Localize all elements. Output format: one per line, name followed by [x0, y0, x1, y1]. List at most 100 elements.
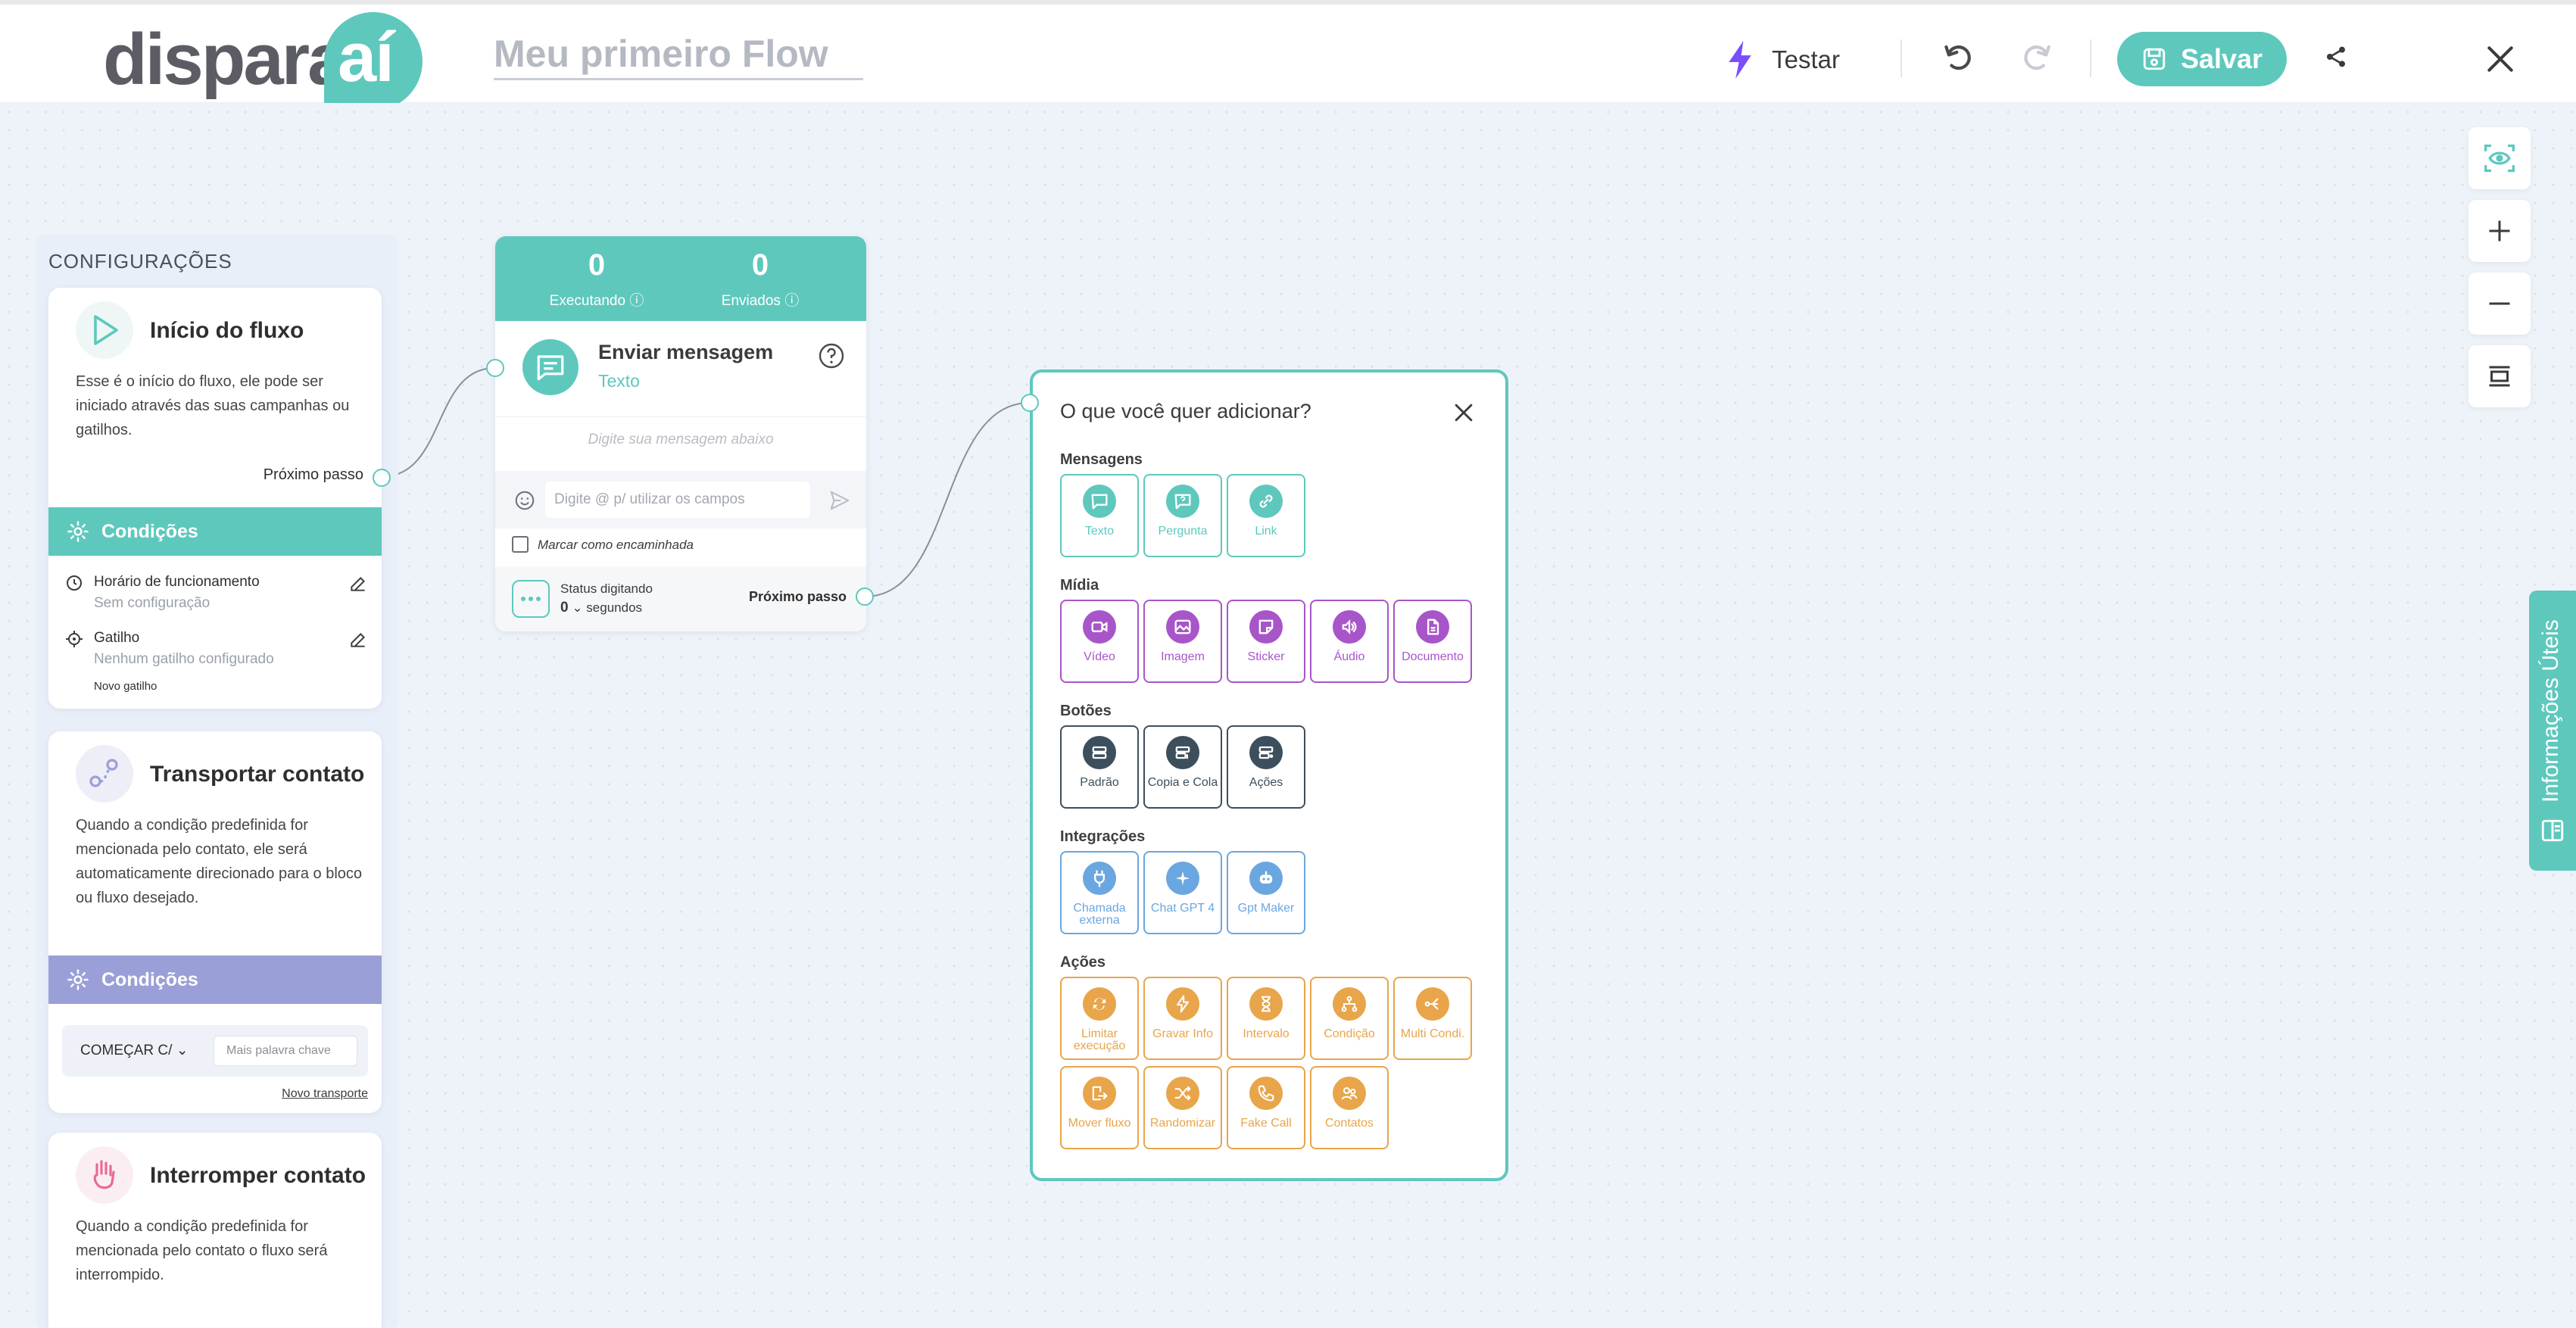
block-option-label: Pergunta — [1158, 525, 1208, 538]
block-option-gravar-info[interactable]: Gravar Info — [1143, 977, 1222, 1060]
block-option-label: Randomizar — [1149, 1117, 1216, 1130]
block-option-multi-condi-[interactable]: Multi Condi. — [1393, 977, 1472, 1060]
chevron-down-icon: ⌄ — [176, 1043, 189, 1058]
transport-contact-card: Transportar contato Quando a condição pr… — [48, 731, 382, 1113]
conditions-bar[interactable]: Condições — [48, 955, 382, 1004]
block-option-documento[interactable]: Documento — [1393, 600, 1472, 683]
block-option-label: Multi Condi. — [1400, 1027, 1465, 1040]
node-input-handle[interactable] — [486, 359, 504, 377]
play-icon — [76, 301, 133, 359]
schedule-label: Horário de funcionamento — [94, 574, 260, 590]
block-option-padr-o[interactable]: Padrão — [1060, 725, 1139, 809]
start-output-handle[interactable] — [373, 469, 391, 487]
condition-row: COMEÇAR C/ ⌄ Mais palavra chave — [62, 1025, 368, 1077]
video-icon — [1083, 610, 1116, 644]
block-option-a-es[interactable]: Ações — [1227, 725, 1305, 809]
interrupt-contact-card: Interromper contato Quando a condição pr… — [48, 1133, 382, 1328]
block-option-label: Intervalo — [1243, 1027, 1290, 1040]
block-option-chamada-externa[interactable]: Chamada externa — [1060, 851, 1139, 934]
block-option-limitar-execu-o[interactable]: Limitar execução — [1060, 977, 1139, 1060]
question-chat-icon — [1166, 485, 1199, 518]
new-transport-link[interactable]: Novo transporte — [282, 1087, 368, 1101]
contacts-icon — [1333, 1077, 1366, 1110]
keyword-input[interactable]: Mais palavra chave — [214, 1036, 357, 1066]
zoom-in-button[interactable] — [2468, 200, 2531, 262]
branch-icon — [1333, 987, 1366, 1021]
useful-info-label: Informações Úteis — [2538, 619, 2563, 803]
block-option-fake-call[interactable]: Fake Call — [1227, 1066, 1305, 1149]
block-option-label: Link — [1255, 525, 1277, 538]
block-option-copia-e-cola[interactable]: Copia e Cola — [1143, 725, 1222, 809]
flow-start-card: Início do fluxo Esse é o início do fluxo… — [48, 288, 382, 709]
book-icon — [2540, 818, 2565, 843]
card-description: Quando a condição predefinida for mencio… — [76, 1218, 328, 1283]
node-subtitle: Texto — [598, 371, 640, 391]
section-title: Mensagens — [1060, 451, 1143, 468]
sticker-icon — [1249, 610, 1283, 644]
card-description: Esse é o início do fluxo, ele pode ser i… — [76, 373, 350, 438]
image-icon — [1166, 610, 1199, 644]
document-icon — [1416, 610, 1449, 644]
send-message-node[interactable]: 0 Executando ⓘ 0 Enviados ⓘ Enviar mensa… — [495, 236, 866, 631]
block-option--udio[interactable]: Áudio — [1310, 600, 1389, 683]
send-icon[interactable] — [828, 489, 851, 512]
schedule-value: Sem configuração — [94, 595, 211, 611]
block-option-intervalo[interactable]: Intervalo — [1227, 977, 1305, 1060]
block-option-label: Mover fluxo — [1068, 1117, 1131, 1130]
block-option-link[interactable]: Link — [1227, 474, 1305, 557]
block-option-mover-fluxo[interactable]: Mover fluxo — [1060, 1066, 1139, 1149]
section-title: Botões — [1060, 703, 1112, 719]
block-option-sticker[interactable]: Sticker — [1227, 600, 1305, 683]
chevron-down-icon: ⌄ — [572, 600, 583, 615]
condition-select[interactable]: COMEÇAR C/ ⌄ — [80, 1042, 189, 1059]
chat-icon — [1083, 485, 1116, 518]
fit-view-icon — [2486, 363, 2513, 390]
card-description: Quando a condição predefinida for mencio… — [76, 817, 363, 906]
block-option-label: Copia e Cola — [1147, 776, 1218, 789]
gear-icon — [67, 968, 89, 991]
popup-input-handle[interactable] — [1021, 394, 1039, 412]
typing-seconds-select[interactable]: 0 ⌄ segundos — [560, 600, 642, 616]
fit-view-button[interactable] — [2468, 345, 2531, 407]
block-option-label: Chat GPT 4 — [1150, 902, 1215, 915]
typing-label: Status digitando — [560, 581, 653, 596]
block-option-pergunta[interactable]: Pergunta — [1143, 474, 1222, 557]
block-option-imagem[interactable]: Imagem — [1143, 600, 1222, 683]
block-option-label: Áudio — [1333, 650, 1365, 663]
hourglass-icon — [1249, 987, 1283, 1021]
block-option-v-deo[interactable]: Vídeo — [1060, 600, 1139, 683]
node-stats: 0 Executando ⓘ 0 Enviados ⓘ — [495, 236, 866, 321]
bolt-icon — [1166, 987, 1199, 1021]
node-output-handle[interactable] — [856, 588, 874, 606]
preview-eye-button[interactable] — [2468, 127, 2531, 189]
card-title: Interromper contato — [150, 1163, 366, 1188]
section-title: Mídia — [1060, 577, 1099, 594]
message-input[interactable]: Digite @ p/ utilizar os campos — [545, 482, 810, 518]
block-option-label: Vídeo — [1084, 650, 1115, 663]
info-icon: ⓘ — [784, 293, 800, 309]
block-option-condi-o[interactable]: Condição — [1310, 977, 1389, 1060]
edit-schedule-icon[interactable] — [348, 574, 368, 594]
zoom-out-button[interactable] — [2468, 273, 2531, 335]
executing-count: 0 — [588, 248, 606, 282]
forwarded-checkbox[interactable] — [512, 536, 529, 553]
close-icon[interactable] — [1451, 400, 1477, 426]
block-option-texto[interactable]: Texto — [1060, 474, 1139, 557]
block-option-label: Gravar Info — [1152, 1027, 1214, 1040]
conditions-bar[interactable]: Condições — [48, 507, 382, 556]
edit-trigger-icon[interactable] — [348, 630, 368, 650]
emoji-icon[interactable] — [513, 489, 536, 512]
block-option-label: Condição — [1324, 1027, 1375, 1040]
block-option-randomizar[interactable]: Randomizar — [1143, 1066, 1222, 1149]
phone-icon — [1249, 1077, 1283, 1110]
block-option-chat-gpt-4[interactable]: Chat GPT 4 — [1143, 851, 1222, 934]
condition-select-value: COMEÇAR C/ — [80, 1043, 173, 1058]
block-option-gpt-maker[interactable]: Gpt Maker — [1227, 851, 1305, 934]
block-option-label: Chamada externa — [1073, 902, 1126, 927]
help-icon[interactable] — [818, 342, 845, 369]
audio-icon — [1333, 610, 1366, 644]
new-trigger-link[interactable]: Novo gatilho — [94, 680, 157, 693]
message-placeholder[interactable]: Digite sua mensagem abaixo — [495, 432, 866, 448]
block-option-contatos[interactable]: Contatos — [1310, 1066, 1389, 1149]
typing-value: 0 — [560, 600, 569, 616]
